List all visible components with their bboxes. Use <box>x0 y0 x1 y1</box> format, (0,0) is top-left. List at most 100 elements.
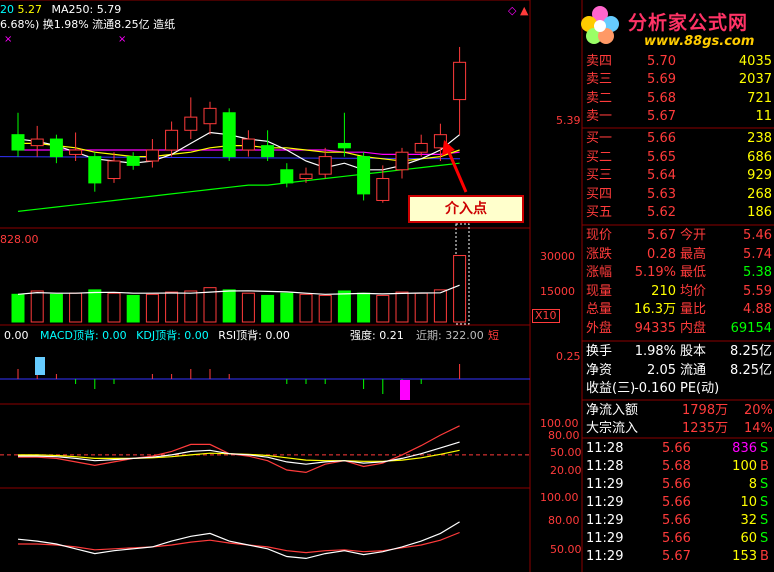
tick-volume: 8 <box>748 477 757 492</box>
macd-signal-block <box>400 380 410 400</box>
ask-label: 卖二 <box>586 91 613 106</box>
quote-label: 最低 <box>680 265 707 280</box>
ask-row[interactable]: 卖四 5.70 4035 <box>582 53 774 71</box>
bid-volume: 268 <box>747 187 772 202</box>
quote-value: 5.59 <box>743 284 772 299</box>
ask-volume: 2037 <box>738 72 772 87</box>
bid-volume: 686 <box>747 150 772 165</box>
bid-row[interactable]: 买三 5.64 929 <box>582 167 774 185</box>
tick-time: 11:29 <box>586 477 624 492</box>
fundamental-value: -0.160 <box>634 381 676 396</box>
tick-price: 5.66 <box>662 495 691 510</box>
bid-label: 买五 <box>586 205 613 220</box>
tick-row: 11:29 5.66 10 S <box>582 494 774 512</box>
ask-label: 卖三 <box>586 72 613 87</box>
header-line2: 6.68%) 换1.98% 流通8.25亿 造纸 <box>0 18 176 31</box>
fundamental-label: 股本 <box>680 344 707 359</box>
ask-volume: 4035 <box>738 54 772 69</box>
macd-signal-block <box>35 357 45 375</box>
ask-row[interactable]: 卖二 5.68 721 <box>582 90 774 108</box>
ma20-line <box>18 149 460 155</box>
candle-body <box>145 149 159 162</box>
quote-label: 现价 <box>586 228 613 243</box>
kdj-j-line <box>18 425 460 474</box>
candle-body <box>222 112 236 158</box>
candle-body <box>49 138 63 158</box>
volume-bar <box>69 292 83 323</box>
tick-volume: 100 <box>732 459 757 474</box>
fundamental-label: PE(动) <box>680 381 720 396</box>
bid-volume: 186 <box>747 205 772 220</box>
candle-body <box>376 178 390 201</box>
candle-body <box>357 156 371 195</box>
fundamental-value: 8.25亿 <box>730 344 772 359</box>
flow-percent: 20% <box>744 403 773 418</box>
volume-bar <box>357 292 371 323</box>
volume-bar <box>453 255 467 323</box>
bid-row[interactable]: 买二 5.65 686 <box>582 149 774 167</box>
quote-value: 94335 <box>634 321 676 336</box>
candle-body <box>318 156 332 175</box>
tick-price: 5.66 <box>662 513 691 528</box>
candle-body <box>395 151 409 171</box>
header-prefix: 20 <box>0 3 14 16</box>
quote-panel: 卖四 5.70 4035 卖三 5.69 2037 卖二 5.68 721 卖一… <box>582 0 774 572</box>
tick-side: B <box>760 459 769 474</box>
quote-label: 现量 <box>586 284 613 299</box>
quote-label: 总量 <box>586 302 613 317</box>
volume-bar <box>395 291 409 323</box>
fundamental-label: 换手 <box>586 344 613 359</box>
volume-header: 828.00 <box>0 233 39 246</box>
quote-row: 外盘 94335 内盘 69154 <box>582 320 774 338</box>
ask-price: 5.69 <box>647 72 676 87</box>
volume-tick: 30000 <box>540 250 575 263</box>
tick-price: 5.66 <box>662 477 691 492</box>
quote-row: 涨跌 0.28 最高 5.74 <box>582 246 774 264</box>
tick-side: B <box>760 549 769 564</box>
quote-value: 5.38 <box>743 265 772 280</box>
bid-label: 买三 <box>586 168 613 183</box>
tick-row: 11:29 5.66 32 S <box>582 512 774 530</box>
quote-label: 最高 <box>680 247 707 262</box>
fundamental-value: 2.05 <box>647 363 676 378</box>
quote-value: 4.88 <box>743 302 772 317</box>
quote-value: 5.74 <box>743 247 772 262</box>
tick-price: 5.68 <box>662 459 691 474</box>
diamond-icon[interactable]: ◇ <box>508 4 516 17</box>
callout-text: 介入点 <box>445 201 487 217</box>
volume-bar <box>261 294 275 323</box>
volume-bar <box>145 293 159 323</box>
tick-price: 5.67 <box>662 549 691 564</box>
bid-label: 买二 <box>586 150 613 165</box>
bid-row[interactable]: 买四 5.63 268 <box>582 186 774 204</box>
candle-body <box>280 169 294 184</box>
kdj-tick: 50.00 <box>550 446 582 459</box>
ask-price: 5.68 <box>647 91 676 106</box>
quote-value: 69154 <box>730 321 772 336</box>
quote-label: 内盘 <box>680 321 707 336</box>
bid-row[interactable]: 买一 5.66 238 <box>582 130 774 148</box>
macd-label: MACD顶背: 0.00 <box>40 329 127 342</box>
ask-row[interactable]: 卖三 5.69 2037 <box>582 71 774 89</box>
recent-label: 近期: 322.00 <box>416 329 484 342</box>
quote-row: 现量 210 均价 5.59 <box>582 283 774 301</box>
volume-unit-badge[interactable]: X10 <box>532 309 560 323</box>
ask-row[interactable]: 卖一 5.67 11 <box>582 108 774 126</box>
volume-bar <box>88 289 102 323</box>
arrow-up-icon[interactable]: ▲ <box>520 4 528 17</box>
macd-tick: 0.25 <box>556 350 581 363</box>
cross-marker-icon: × <box>118 34 127 45</box>
candle-body <box>299 173 313 180</box>
header-value: 5.27 <box>17 3 43 16</box>
tick-row: 11:28 5.68 100 B <box>582 458 774 476</box>
bid-row[interactable]: 买五 5.62 186 <box>582 204 774 222</box>
quote-label: 今开 <box>680 228 707 243</box>
candle-body <box>337 142 351 149</box>
kdj-tick: 20.00 <box>550 464 582 477</box>
ask-volume: 11 <box>755 109 772 124</box>
rsi-fast-line <box>17 521 460 560</box>
volume-bar <box>299 293 313 323</box>
candle-body <box>11 134 25 151</box>
cross-marker-icon: × <box>4 34 13 45</box>
tick-price: 5.66 <box>662 441 691 456</box>
